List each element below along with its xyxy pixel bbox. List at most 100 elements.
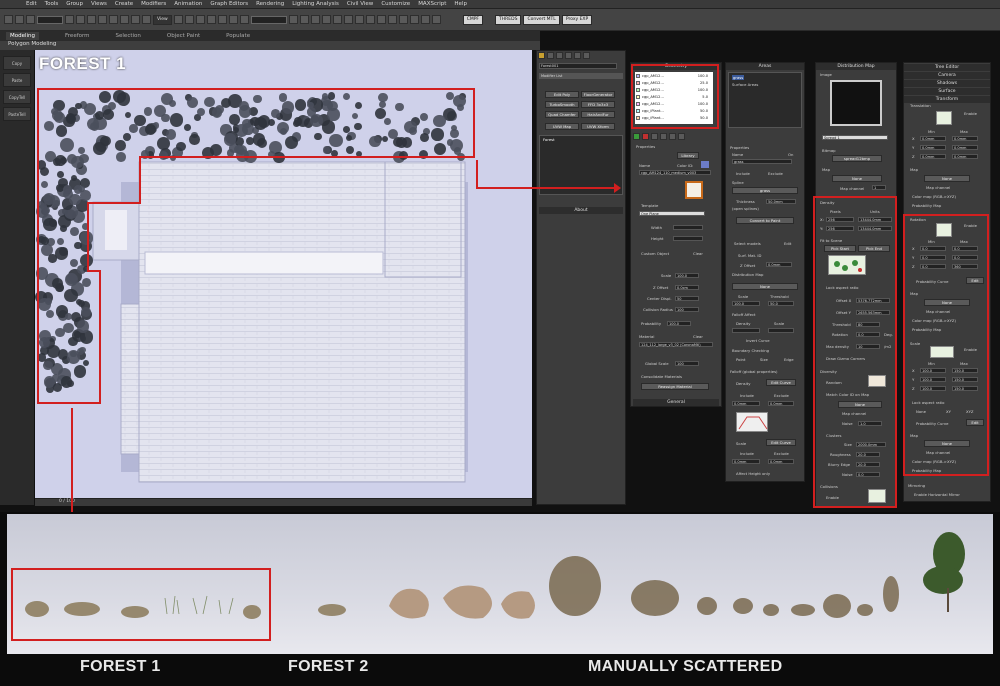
z-offset-field[interactable]: 0.0cm bbox=[675, 285, 699, 290]
distribution-image[interactable] bbox=[830, 80, 882, 126]
area-item-surface[interactable]: Surface Areas bbox=[732, 82, 758, 87]
turbosmooth-button[interactable]: TurboSmooth bbox=[545, 101, 579, 108]
ribbon-icon[interactable] bbox=[321, 15, 331, 24]
ffd-button[interactable]: FFD 3x3x3 bbox=[581, 101, 615, 108]
timeline-slider[interactable]: 0 / 100 bbox=[35, 498, 532, 506]
view-dropdown[interactable]: View bbox=[153, 14, 172, 25]
falloff-curve-preview[interactable] bbox=[736, 412, 768, 432]
falloff-scale-checkbox[interactable]: Scale bbox=[736, 441, 746, 446]
translation-enable-checkbox[interactable]: Enable bbox=[964, 111, 977, 116]
edit-poly-button[interactable]: Edit Poly bbox=[545, 91, 579, 98]
areas-z-offset-field[interactable]: 0.0mm bbox=[766, 262, 792, 267]
select-models-edit[interactable]: Edit bbox=[784, 241, 791, 246]
tab-modeling[interactable]: Modeling bbox=[6, 32, 40, 40]
translation-color-map-checkbox[interactable]: Color map (RGB->XYZ) bbox=[912, 194, 956, 199]
menu-edit[interactable]: Edit bbox=[26, 1, 37, 7]
place-icon[interactable] bbox=[142, 15, 151, 24]
menu-lighting-analysis[interactable]: Lighting Analysis bbox=[292, 1, 339, 7]
hair-fur-button[interactable]: HairAndFur bbox=[581, 111, 615, 118]
motion-tab-icon[interactable] bbox=[565, 52, 572, 59]
fa-scale-field[interactable] bbox=[768, 328, 794, 333]
hierarchy-tab-icon[interactable] bbox=[556, 52, 563, 59]
scale-field[interactable]: 100.0 bbox=[675, 273, 699, 278]
uvw-xform-button[interactable]: UVW Xform bbox=[581, 123, 615, 130]
stack-item-forest[interactable]: Forest bbox=[543, 137, 555, 142]
paste-icon[interactable] bbox=[678, 133, 685, 140]
extra-icon[interactable] bbox=[431, 15, 441, 24]
menu-modifiers[interactable]: Modifiers bbox=[141, 1, 166, 7]
select-icon[interactable] bbox=[65, 15, 74, 24]
percent-snap-icon[interactable] bbox=[228, 15, 238, 24]
bind-icon[interactable] bbox=[26, 15, 35, 24]
schematic-icon[interactable] bbox=[343, 15, 353, 24]
render-setup-icon[interactable] bbox=[365, 15, 375, 24]
boundary-size-radio[interactable]: Size bbox=[760, 357, 768, 362]
copy-button[interactable]: Copy bbox=[3, 56, 31, 70]
dist-map-button[interactable]: None bbox=[832, 175, 882, 182]
menu-customize[interactable]: Customize bbox=[381, 1, 410, 7]
object-name-field[interactable]: Forest001 bbox=[539, 63, 617, 69]
falloff-include2-field[interactable]: 0.0mm bbox=[732, 459, 760, 464]
link-icon[interactable] bbox=[4, 15, 13, 24]
manipulate-icon[interactable] bbox=[184, 15, 194, 24]
proxy-exp-button[interactable]: Proxy EXP bbox=[561, 14, 593, 25]
rect-selection-icon[interactable] bbox=[87, 15, 96, 24]
window-crossing-icon[interactable] bbox=[98, 15, 107, 24]
areas-on-checkbox[interactable]: On bbox=[788, 152, 793, 157]
falloff-scale-edit-curve[interactable]: Edit Curve bbox=[766, 439, 796, 446]
clear-button[interactable]: Clear bbox=[693, 251, 703, 256]
min-field[interactable]: 0.0mm bbox=[920, 136, 946, 141]
center-displ-field[interactable]: 50 bbox=[675, 296, 699, 301]
bitmap-button[interactable]: spread12bmp bbox=[832, 155, 882, 162]
spline-pick-button[interactable]: grass bbox=[732, 187, 798, 194]
area-item-grass[interactable]: grass bbox=[732, 75, 745, 80]
menu-views[interactable]: Views bbox=[91, 1, 107, 7]
mirror-checkbox[interactable]: Enable Horizontal Mirror bbox=[914, 492, 960, 497]
max-field[interactable]: 0.0mm bbox=[952, 154, 978, 159]
distribution-preset-dropdown[interactable]: Spread 1 bbox=[822, 135, 888, 140]
tab-transform[interactable]: Transform bbox=[904, 96, 990, 103]
cmpf-button[interactable]: CMPF bbox=[462, 14, 484, 25]
unlink-icon[interactable] bbox=[15, 15, 24, 24]
material-clear-button[interactable]: Clear bbox=[693, 334, 703, 339]
consolidate-materials-checkbox[interactable]: Consolidate Materials bbox=[641, 374, 682, 379]
tab-populate[interactable]: Populate bbox=[226, 33, 250, 39]
dm-scale-field[interactable]: 100.0 bbox=[732, 301, 760, 306]
color-swatch[interactable] bbox=[701, 161, 709, 168]
select-by-name-icon[interactable] bbox=[76, 15, 85, 24]
distribution-map-button[interactable]: None bbox=[732, 283, 798, 290]
boundary-edge-radio[interactable]: Edge bbox=[784, 357, 794, 362]
pick-icon[interactable] bbox=[660, 133, 667, 140]
about-rollout[interactable]: About bbox=[539, 207, 623, 214]
falloff-exclude-field[interactable]: 0.0mm bbox=[768, 401, 794, 406]
falloff-include-field[interactable]: 0.0mm bbox=[732, 401, 760, 406]
falloff-exclude2-field[interactable]: 0.0mm bbox=[768, 459, 794, 464]
angle-snap-icon[interactable] bbox=[217, 15, 227, 24]
convert-to-paint-button[interactable]: Convert to Paint bbox=[736, 217, 794, 224]
falloff-density-edit-curve[interactable]: Edit Curve bbox=[766, 379, 796, 386]
exclude-radio[interactable]: Exclude bbox=[768, 171, 783, 176]
boundary-point-radio[interactable]: Point bbox=[736, 357, 745, 362]
areas-name-field[interactable]: grass bbox=[732, 159, 792, 164]
curve-editor-icon[interactable] bbox=[332, 15, 342, 24]
add-icon[interactable] bbox=[633, 133, 640, 140]
material-editor-icon[interactable] bbox=[354, 15, 364, 24]
layer-icon[interactable] bbox=[310, 15, 320, 24]
teapot-icon[interactable] bbox=[398, 15, 408, 24]
menu-graph-editors[interactable]: Graph Editors bbox=[210, 1, 248, 7]
script-icon[interactable] bbox=[409, 15, 419, 24]
height-field[interactable] bbox=[673, 236, 703, 241]
display-tab-icon[interactable] bbox=[574, 52, 581, 59]
menu-rendering[interactable]: Rendering bbox=[256, 1, 284, 7]
areas-list[interactable]: grass Surface Areas bbox=[728, 72, 802, 128]
general-rollout[interactable]: General bbox=[633, 399, 719, 406]
modifier-list-dropdown[interactable]: Modifier List bbox=[539, 73, 623, 79]
mirror-icon[interactable] bbox=[288, 15, 298, 24]
geometry-thumbnail[interactable] bbox=[685, 181, 703, 199]
collision-radius-field[interactable]: 100 bbox=[675, 307, 699, 312]
tab-shadows[interactable]: Shadows bbox=[904, 80, 990, 87]
move-icon[interactable] bbox=[109, 15, 118, 24]
select-models-checkbox[interactable]: Select models bbox=[734, 241, 761, 246]
template-checkbox[interactable]: Template bbox=[641, 203, 658, 208]
selection-filter-dropdown[interactable] bbox=[37, 15, 63, 24]
